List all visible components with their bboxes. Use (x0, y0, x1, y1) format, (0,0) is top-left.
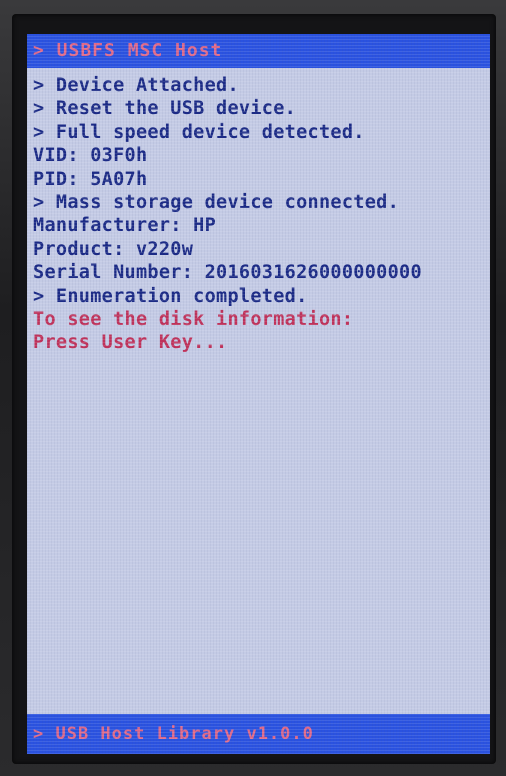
footer-bar: > USB Host Library v1.0.0 (27, 714, 490, 754)
footer-text: > USB Host Library v1.0.0 (33, 724, 314, 744)
log-line: VID: 03F0h (33, 145, 148, 167)
device-photo-frame: > USBFS MSC Host > Device Attached. > Re… (0, 0, 506, 776)
log-line: > Device Attached. (33, 75, 239, 96)
log-line: Manufacturer: HP (33, 215, 217, 237)
log-list: > Device Attached. > Reset the USB devic… (33, 74, 422, 355)
header-title: > USBFS MSC Host (33, 40, 223, 61)
log-line: Product: v220w (33, 238, 194, 260)
log-line: > Reset the USB device. (33, 98, 297, 120)
prompt-line: To see the disk information: (33, 308, 354, 330)
lcd-screen: > USBFS MSC Host > Device Attached. > Re… (27, 34, 490, 754)
prompt-line: Press User Key... (33, 332, 228, 354)
log-line: > Enumeration completed. (33, 285, 308, 307)
log-line: > Mass storage device connected. (33, 191, 400, 213)
log-line: PID: 5A07h (33, 168, 148, 190)
log-line: Serial Number: 2016031626000000000 (33, 262, 422, 284)
header-bar: > USBFS MSC Host (27, 34, 490, 68)
log-line: > Full speed device detected. (33, 121, 365, 143)
